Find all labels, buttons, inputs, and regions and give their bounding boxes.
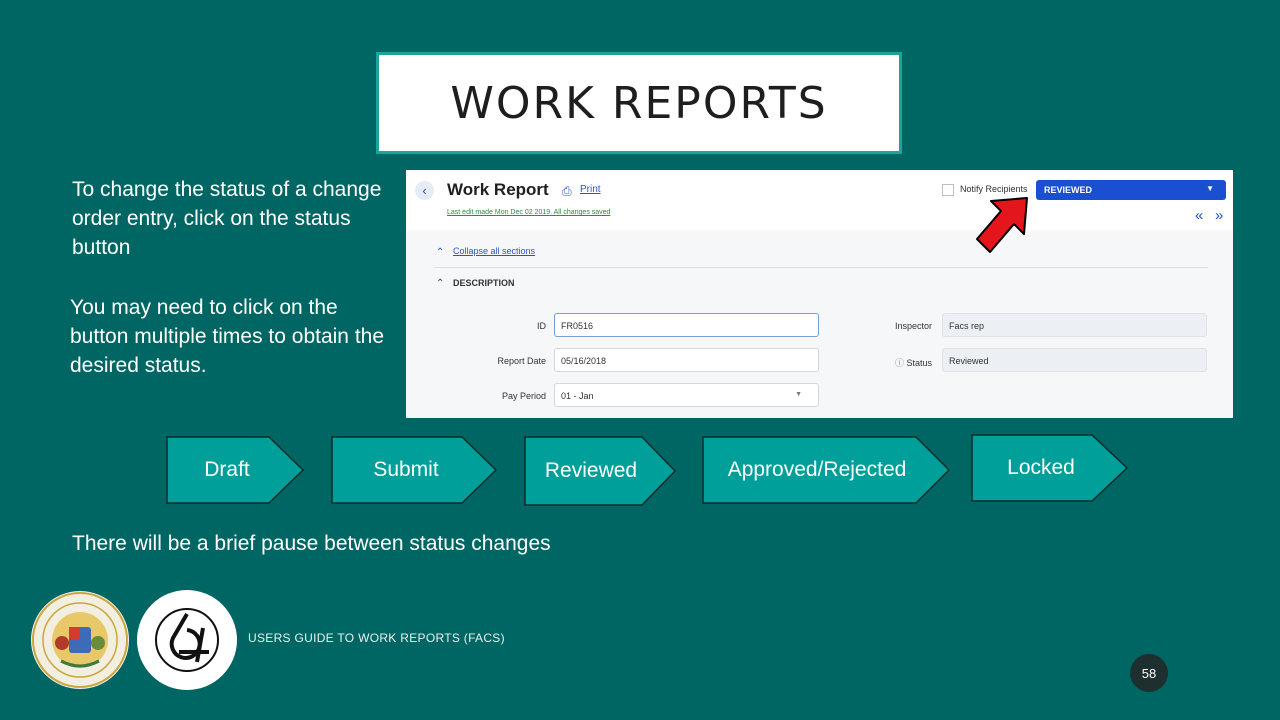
id-value: FR0516 xyxy=(561,321,594,331)
info-icon: ⓘ xyxy=(894,358,904,368)
status-step-reviewed: Reviewed xyxy=(524,436,678,506)
hawaii-state-seal-logo xyxy=(31,591,129,689)
caret-down-icon: ▼ xyxy=(1206,184,1214,193)
status-step-label: Locked xyxy=(1007,456,1075,479)
status-step-label: Approved/Rejected xyxy=(727,458,907,481)
next-record-icon[interactable]: » xyxy=(1215,207,1223,224)
section-chevron-icon[interactable]: ⌃ xyxy=(436,278,444,289)
status-step-submit: Submit xyxy=(331,436,499,504)
work-report-header: ‹ Work Report ⎙ Print Last edit made Mon… xyxy=(406,170,1233,230)
status-label-row: ⓘ Status xyxy=(862,356,932,369)
status-value: Reviewed xyxy=(949,356,989,366)
pay-period-label: Pay Period xyxy=(501,391,546,401)
instruction-text-3: There will be a brief pause between stat… xyxy=(72,532,551,555)
section-divider xyxy=(434,267,1208,268)
status-button[interactable]: REVIEWED ▼ xyxy=(1036,180,1226,200)
dot-graphic xyxy=(139,592,235,688)
footer-text: USERS GUIDE TO WORK REPORTS (FACS) xyxy=(248,631,505,645)
caret-down-icon: ▼ xyxy=(795,391,802,398)
status-step-label: Reviewed xyxy=(544,459,638,482)
status-button-label: REVIEWED xyxy=(1044,185,1093,195)
chevron-left-icon: ‹ xyxy=(422,183,427,198)
status-step-locked: Locked xyxy=(971,434,1131,502)
id-label: ID xyxy=(537,321,546,331)
slide-title: WORK REPORTS xyxy=(450,77,828,129)
section-title-description: DESCRIPTION xyxy=(453,278,515,288)
pay-period-select[interactable]: 01 - Jan ▼ xyxy=(554,383,819,407)
work-report-title: Work Report xyxy=(447,180,549,199)
id-field[interactable]: FR0516 xyxy=(554,313,819,337)
seal-graphic xyxy=(32,592,128,688)
status-step-approved-rejected: Approved/Rejected xyxy=(702,436,952,504)
printer-icon[interactable]: ⎙ xyxy=(562,184,572,199)
inspector-field: Facs rep xyxy=(942,313,1207,337)
status-step-label: Submit xyxy=(373,458,439,481)
previous-record-icon[interactable]: « xyxy=(1195,207,1203,224)
report-date-label: Report Date xyxy=(497,356,546,366)
status-step-draft: Draft xyxy=(166,436,306,504)
notify-recipients-checkbox[interactable] xyxy=(942,184,954,196)
last-edit-status: Last edit made Mon Dec 02 2019. All chan… xyxy=(447,209,611,216)
instruction-text-1: To change the status of a change order e… xyxy=(72,178,382,259)
inspector-label: Inspector xyxy=(894,321,932,331)
pay-period-value: 01 - Jan xyxy=(561,391,594,401)
chevron-up-icon[interactable]: ⌃ xyxy=(436,247,444,258)
collapse-all-link[interactable]: Collapse all sections xyxy=(453,246,535,256)
work-report-screenshot: ‹ Work Report ⎙ Print Last edit made Mon… xyxy=(406,170,1233,418)
report-date-value: 05/16/2018 xyxy=(561,356,607,366)
inspector-value: Facs rep xyxy=(949,321,985,331)
red-arrow-icon xyxy=(976,197,1028,253)
status-label: Status xyxy=(906,358,932,368)
back-button[interactable]: ‹ xyxy=(415,181,434,200)
status-step-label: Draft xyxy=(204,458,250,481)
print-link[interactable]: Print xyxy=(580,184,601,195)
page-number: 58 xyxy=(1130,654,1168,692)
report-date-field[interactable]: 05/16/2018 xyxy=(554,348,819,372)
slide-title-box: WORK REPORTS xyxy=(376,52,902,154)
status-field: Reviewed xyxy=(942,348,1207,372)
instruction-text-2: You may need to click on the button mult… xyxy=(70,296,385,377)
hdot-logo xyxy=(137,590,237,690)
